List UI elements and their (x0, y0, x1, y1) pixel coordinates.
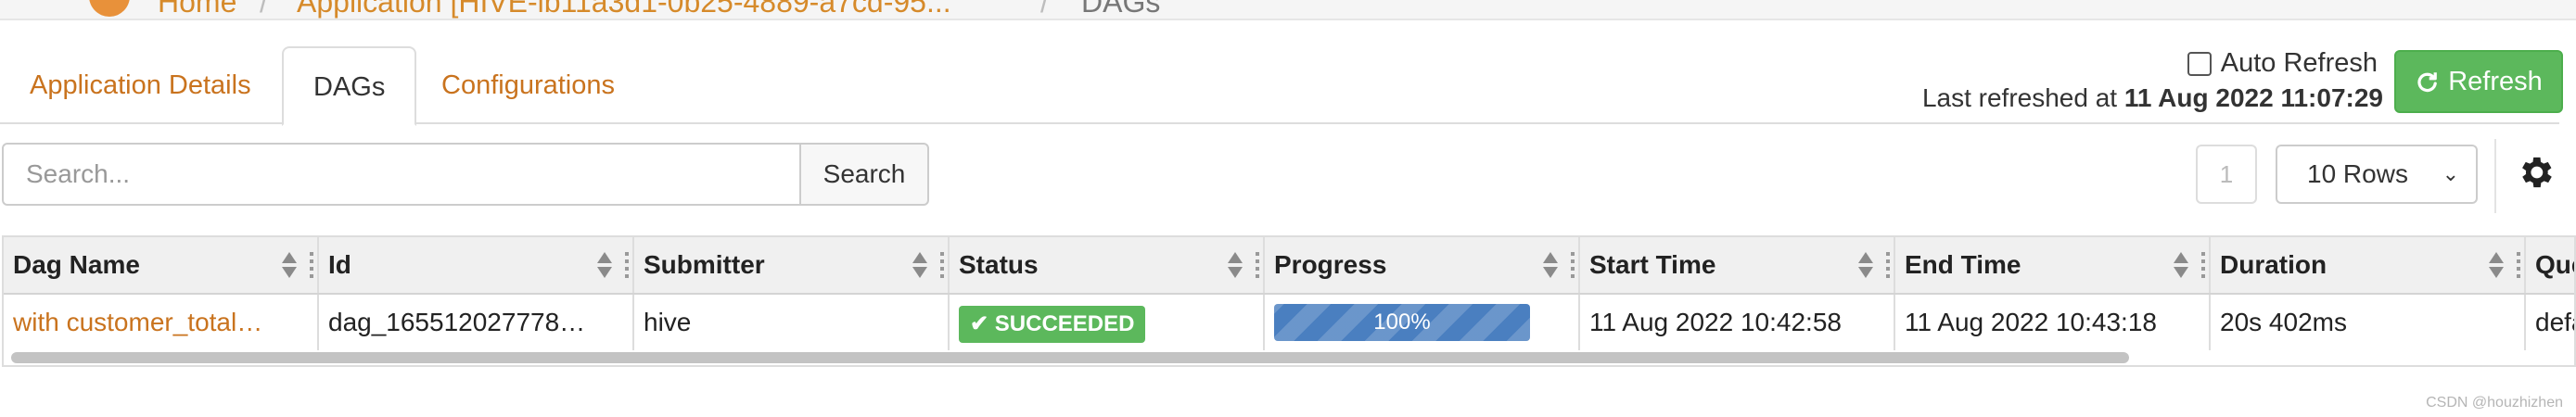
column-label: End Time (1905, 250, 2021, 279)
resize-grip-icon[interactable] (310, 252, 313, 278)
sort-icon[interactable] (2489, 248, 2504, 282)
refresh-button[interactable]: Refresh (2394, 50, 2563, 113)
column-label: Progress (1274, 250, 1387, 279)
cell-dag-name[interactable]: with customer_total… (4, 295, 319, 350)
cell-duration: 20s 402ms (2211, 295, 2526, 350)
horizontal-scrollbar[interactable] (6, 350, 2574, 365)
column-header-dag-name[interactable]: Dag Name (4, 237, 319, 293)
breadcrumb: Home / Application [HIVE-ib11a3d1-0b25-4… (0, 0, 2576, 20)
resize-grip-icon[interactable] (1886, 252, 1890, 278)
last-refreshed-time: 11 Aug 2022 11:07:29 (2123, 83, 2383, 112)
cell-end-time: 11 Aug 2022 10:43:18 (1895, 295, 2211, 350)
resize-grip-icon[interactable] (2201, 252, 2205, 278)
sort-icon[interactable] (1858, 248, 1873, 282)
dags-table: Dag Name Id Submitter Status Progress St… (2, 235, 2576, 367)
status-text: SUCCEEDED (994, 310, 1135, 336)
resize-grip-icon[interactable] (625, 252, 629, 278)
app-logo-icon[interactable] (89, 0, 130, 17)
breadcrumb-application[interactable]: Application [HIVE-ib11a3d1-0b25-4889-a7c… (297, 0, 951, 17)
progress-bar: 100% (1274, 304, 1530, 341)
sort-icon[interactable] (1543, 248, 1558, 282)
cell-progress: 100% (1265, 295, 1580, 350)
column-header-submitter[interactable]: Submitter (634, 237, 950, 293)
column-label: Dag Name (13, 250, 140, 279)
search-button[interactable]: Search (799, 143, 929, 206)
column-header-start-time[interactable]: Start Time (1580, 237, 1895, 293)
scrollbar-thumb[interactable] (11, 352, 2129, 363)
resize-grip-icon[interactable] (940, 252, 944, 278)
auto-refresh-checkbox[interactable] (2187, 51, 2212, 76)
tab-configurations[interactable]: Configurations (412, 46, 644, 124)
rows-per-page-value: 10 Rows (2307, 159, 2408, 188)
breadcrumb-separator: / (1040, 0, 1049, 19)
breadcrumb-current: DAGs (1081, 0, 1161, 19)
last-refreshed-prefix: Last refreshed at (1921, 83, 2118, 112)
sort-icon[interactable] (597, 248, 612, 282)
sort-icon[interactable] (1228, 248, 1243, 282)
refresh-icon (2417, 72, 2438, 93)
cell-status: ✔ SUCCEEDED (950, 295, 1265, 350)
column-header-queue[interactable]: Queue (2526, 237, 2574, 293)
search-input[interactable]: Search... (2, 143, 801, 206)
refresh-button-label: Refresh (2448, 66, 2543, 96)
pagination-page-1[interactable]: 1 (2196, 145, 2257, 204)
resize-grip-icon[interactable] (1256, 252, 1259, 278)
column-header-duration[interactable]: Duration (2211, 237, 2526, 293)
column-header-status[interactable]: Status (950, 237, 1265, 293)
toolbar-divider (2494, 139, 2496, 213)
auto-refresh-toggle[interactable]: Auto Refresh (2187, 48, 2378, 79)
tab-application-details[interactable]: Application Details (0, 46, 281, 124)
resize-grip-icon[interactable] (1571, 252, 1575, 278)
column-header-end-time[interactable]: End Time (1895, 237, 2211, 293)
column-label: Queue (2535, 250, 2574, 279)
column-label: Submitter (644, 250, 765, 279)
check-icon: ✔ (970, 310, 989, 336)
cell-queue: default (2526, 295, 2574, 350)
column-header-progress[interactable]: Progress (1265, 237, 1580, 293)
refresh-controls: Auto Refresh Last refreshed at 11 Aug 20… (1741, 46, 2576, 120)
table-row: with customer_total… dag_165512027778… h… (4, 295, 2574, 350)
table-header: Dag Name Id Submitter Status Progress St… (4, 237, 2574, 295)
column-label: Start Time (1589, 250, 1716, 279)
gear-icon[interactable] (2515, 152, 2556, 193)
watermark-text: CSDN @houzhizhen (2426, 395, 2563, 411)
sort-icon[interactable] (2174, 248, 2188, 282)
progress-bar-fill: 100% (1274, 304, 1530, 341)
column-label: Duration (2220, 250, 2327, 279)
rows-per-page-select[interactable]: 10 Rows ⌄ (2276, 145, 2478, 204)
search-toolbar: Search... Search 1 10 Rows ⌄ (0, 139, 2576, 213)
tab-dags[interactable]: DAGs (282, 46, 417, 126)
cell-start-time: 11 Aug 2022 10:42:58 (1580, 295, 1895, 350)
breadcrumb-separator: / (260, 0, 268, 19)
cell-id: dag_165512027778… (319, 295, 634, 350)
resize-grip-icon[interactable] (2517, 252, 2520, 278)
column-header-id[interactable]: Id (319, 237, 634, 293)
column-label: Id (328, 250, 351, 279)
chevron-down-icon: ⌄ (2442, 162, 2459, 185)
column-label: Status (959, 250, 1039, 279)
sort-icon[interactable] (282, 248, 297, 282)
status-badge: ✔ SUCCEEDED (959, 305, 1146, 343)
sort-icon[interactable] (912, 248, 927, 282)
last-refreshed-text: Last refreshed at 11 Aug 2022 11:07:29 (1922, 83, 2383, 113)
breadcrumb-home[interactable]: Home (158, 0, 236, 17)
auto-refresh-label: Auto Refresh (2220, 48, 2378, 78)
cell-submitter: hive (634, 295, 950, 350)
